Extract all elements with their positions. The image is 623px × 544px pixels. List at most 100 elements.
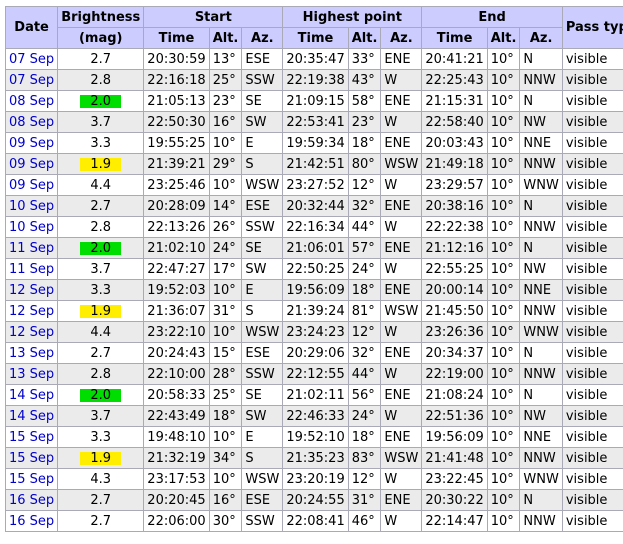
table-row: 13 Sep 2.7 20:24:43 15° ESE 20:29:06 32° ENE 20:… [4, 342, 623, 364]
highest-az-cell: ENE [380, 342, 423, 364]
table-row: 13 Sep 2.8 22:10:00 28° SSW 22:12:55 44° W 22:19… [4, 363, 623, 385]
col-header-mag: (mag) [57, 27, 145, 49]
table-row: 16 Sep 2.7 22:06:00 30° SSW 22:08:41 46° W 22:14… [4, 510, 623, 532]
date-link[interactable]: 13 Sep [9, 367, 54, 382]
start-az-cell: E [241, 279, 284, 301]
col-header-end: End [421, 6, 563, 28]
date-link[interactable]: 10 Sep [9, 220, 54, 235]
date-link[interactable]: 15 Sep [9, 430, 54, 445]
date-cell: 15 Sep [4, 468, 59, 490]
start-az-cell: WSW [241, 468, 284, 490]
date-link[interactable]: 09 Sep [9, 178, 54, 193]
highest-time-cell: 21:02:11 [282, 384, 349, 406]
date-link[interactable]: 14 Sep [9, 409, 54, 424]
date-link[interactable]: 12 Sep [9, 304, 54, 319]
end-time-cell: 22:58:40 [421, 111, 488, 133]
start-alt-cell: 24° [208, 237, 243, 259]
end-time-cell: 21:41:48 [421, 447, 488, 469]
date-link[interactable]: 13 Sep [9, 346, 54, 361]
brightness-value: 2.7 [90, 198, 112, 214]
end-az-cell: NNW [519, 363, 563, 385]
date-link[interactable]: 12 Sep [9, 325, 54, 340]
brightness-cell: 2.7 [57, 195, 145, 217]
brightness-value: 2.8 [90, 72, 112, 88]
highest-time-cell: 22:12:55 [282, 363, 349, 385]
highest-time-cell: 19:52:10 [282, 426, 349, 448]
pass-type-cell: visible [561, 90, 623, 112]
start-az-cell: SSW [241, 510, 284, 532]
date-link[interactable]: 10 Sep [9, 199, 54, 214]
brightness-value: 2.7 [90, 345, 112, 361]
pass-type-cell: visible [561, 195, 623, 217]
start-alt-cell: 31° [208, 300, 243, 322]
highest-time-cell: 22:19:38 [282, 69, 349, 91]
start-time-cell: 22:10:00 [143, 363, 210, 385]
date-link[interactable]: 16 Sep [9, 493, 54, 508]
brightness-cell: 2.8 [57, 216, 145, 238]
highest-time-cell: 20:35:47 [282, 48, 349, 70]
brightness-cell: 4.4 [57, 321, 145, 343]
start-alt-cell: 25° [208, 69, 243, 91]
highest-az-cell: ENE [380, 279, 423, 301]
start-az-cell: ESE [241, 48, 284, 70]
highest-alt-cell: 46° [347, 510, 382, 532]
col-header-start-az: Az. [241, 27, 284, 49]
highest-time-cell: 20:29:06 [282, 342, 349, 364]
col-header-date[interactable]: Date [4, 6, 59, 49]
date-link[interactable]: 15 Sep [9, 451, 54, 466]
col-header-brightness[interactable]: Brightness [57, 6, 145, 28]
highest-alt-cell: 18° [347, 279, 382, 301]
brightness-value: 3.3 [90, 429, 112, 445]
highest-time-cell: 21:06:01 [282, 237, 349, 259]
highest-alt-cell: 43° [347, 69, 382, 91]
brightness-cell: 1.9 [57, 447, 145, 469]
end-az-cell: N [519, 90, 563, 112]
start-time-cell: 20:24:43 [143, 342, 210, 364]
highest-az-cell: W [380, 468, 423, 490]
date-cell: 15 Sep [4, 447, 59, 469]
start-az-cell: ESE [241, 195, 284, 217]
col-header-pass-type[interactable]: Pass type [561, 6, 623, 49]
end-alt-cell: 10° [486, 300, 521, 322]
highest-alt-cell: 23° [347, 111, 382, 133]
date-link[interactable]: 12 Sep [9, 283, 54, 298]
date-link[interactable]: 11 Sep [9, 262, 54, 277]
date-cell: 07 Sep [4, 48, 59, 70]
end-time-cell: 22:19:00 [421, 363, 488, 385]
highest-az-cell: W [380, 258, 423, 280]
highest-az-cell: ENE [380, 426, 423, 448]
date-link[interactable]: 09 Sep [9, 136, 54, 151]
date-link[interactable]: 07 Sep [9, 52, 54, 67]
start-az-cell: SW [241, 258, 284, 280]
highest-alt-cell: 31° [347, 489, 382, 511]
end-az-cell: NNW [519, 510, 563, 532]
start-az-cell: SE [241, 90, 284, 112]
date-link[interactable]: 07 Sep [9, 73, 54, 88]
date-link[interactable]: 14 Sep [9, 388, 54, 403]
end-az-cell: N [519, 384, 563, 406]
col-header-start-time[interactable]: Time [143, 27, 210, 49]
highest-az-cell: ENE [380, 90, 423, 112]
header-row-top: Date Brightness Start Highest point End … [4, 6, 623, 49]
highest-alt-cell: 32° [347, 342, 382, 364]
date-link[interactable]: 09 Sep [9, 157, 54, 172]
highest-az-cell: W [380, 174, 423, 196]
date-link[interactable]: 11 Sep [9, 241, 54, 256]
start-time-cell: 20:28:09 [143, 195, 210, 217]
table-row: 07 Sep 2.7 20:30:59 13° ESE 20:35:47 33° ENE 20:… [4, 48, 623, 70]
brightness-cell: 2.7 [57, 510, 145, 532]
highest-alt-cell: 24° [347, 405, 382, 427]
date-cell: 12 Sep [4, 300, 59, 322]
date-link[interactable]: 08 Sep [9, 115, 54, 130]
start-alt-cell: 34° [208, 447, 243, 469]
start-alt-cell: 14° [208, 195, 243, 217]
date-link[interactable]: 16 Sep [9, 514, 54, 529]
start-az-cell: SE [241, 237, 284, 259]
date-cell: 10 Sep [4, 195, 59, 217]
brightness-cell: 4.4 [57, 174, 145, 196]
date-link[interactable]: 15 Sep [9, 472, 54, 487]
brightness-cell: 3.7 [57, 405, 145, 427]
start-time-cell: 21:36:07 [143, 300, 210, 322]
date-link[interactable]: 08 Sep [9, 94, 54, 109]
date-cell: 16 Sep [4, 489, 59, 511]
